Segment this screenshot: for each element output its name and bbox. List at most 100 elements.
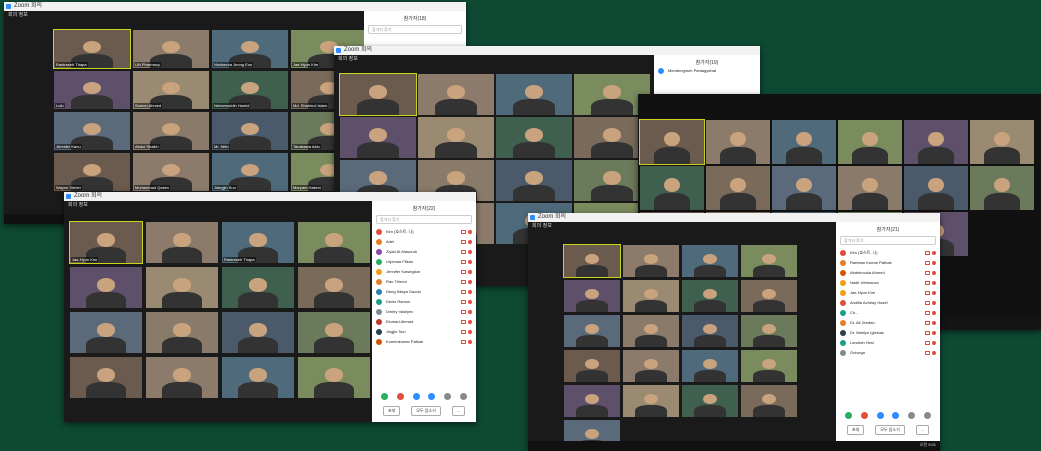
participant-row[interactable]: Kim (호스트, 나) xyxy=(372,227,476,237)
video-tile[interactable]: Jiangjin Sun xyxy=(212,153,288,191)
participant-row[interactable]: Gnivega xyxy=(836,348,940,358)
invite-button[interactable]: 초대 xyxy=(382,406,401,416)
participant-row[interactable]: Dr. Marilyn Iglesias xyxy=(836,328,940,338)
video-tile[interactable] xyxy=(838,166,902,210)
video-tile[interactable] xyxy=(340,117,416,158)
video-tile[interactable] xyxy=(298,357,370,398)
invite-button[interactable]: 초대 xyxy=(846,425,865,435)
video-tile[interactable]: Lolo xyxy=(54,71,130,109)
no-icon[interactable] xyxy=(860,412,868,419)
video-tile[interactable] xyxy=(146,312,218,353)
slower-icon[interactable] xyxy=(876,412,884,419)
video-tile[interactable] xyxy=(904,120,968,164)
faster-icon[interactable] xyxy=(892,412,900,419)
video-tile[interactable] xyxy=(70,312,142,353)
clear-icon[interactable] xyxy=(460,393,468,400)
video-tile[interactable] xyxy=(564,315,620,347)
video-tile[interactable] xyxy=(298,222,370,263)
participant-row[interactable]: Nadir Uthmanov xyxy=(836,278,940,288)
participant-search-input[interactable]: 참가자 찾기 xyxy=(376,215,472,224)
video-tile[interactable] xyxy=(639,119,705,165)
mute-all-button[interactable]: 모두 음소거 xyxy=(411,406,441,416)
video-tile[interactable] xyxy=(418,74,494,115)
participant-search-input[interactable]: 참가자 찾기 xyxy=(368,25,462,34)
video-tile[interactable]: Mr. Nitin xyxy=(212,112,288,150)
participant-row[interactable]: Mendengrium Pantagyahat xyxy=(654,66,760,76)
video-tile[interactable] xyxy=(222,357,294,398)
video-tile[interactable]: Rastraseh Thapa xyxy=(222,222,294,263)
more-button[interactable]: ... xyxy=(915,425,930,435)
video-tile[interactable] xyxy=(70,267,142,308)
video-tile[interactable] xyxy=(970,166,1034,210)
video-tile[interactable]: Nishimura Jeong Eun xyxy=(212,30,288,68)
video-tile[interactable] xyxy=(970,120,1034,164)
video-tile[interactable] xyxy=(682,280,738,312)
video-tile[interactable] xyxy=(146,222,218,263)
video-tile[interactable] xyxy=(682,350,738,382)
slower-icon[interactable] xyxy=(412,393,420,400)
video-tile[interactable] xyxy=(298,312,370,353)
taskbar-clock[interactable]: 오전 9:51 xyxy=(920,442,936,448)
participant-row[interactable]: Dr. Ali Jendan xyxy=(836,318,940,328)
participant-row[interactable]: Abdelmoula Ahmed xyxy=(836,268,940,278)
video-tile[interactable] xyxy=(838,120,902,164)
video-tile[interactable] xyxy=(222,312,294,353)
video-tile[interactable] xyxy=(564,385,620,417)
video-tile[interactable] xyxy=(70,357,142,398)
video-tile[interactable]: Jennifer Kanu xyxy=(54,112,130,150)
no-icon[interactable] xyxy=(396,393,404,400)
yes-icon[interactable] xyxy=(380,393,388,400)
participant-row[interactable]: Denis Ramos xyxy=(372,297,476,307)
video-tile[interactable] xyxy=(623,315,679,347)
video-tile[interactable] xyxy=(904,166,968,210)
video-tile[interactable] xyxy=(772,166,836,210)
video-tile[interactable] xyxy=(741,350,797,382)
video-tile[interactable] xyxy=(564,280,620,312)
participant-row[interactable]: Jae-Hyun Kim xyxy=(836,288,940,298)
video-tile[interactable] xyxy=(146,357,218,398)
video-tile[interactable] xyxy=(496,74,572,115)
video-tile[interactable] xyxy=(741,245,797,277)
video-tile[interactable] xyxy=(682,245,738,277)
participant-row[interactable]: Andilla Achiray Hazel xyxy=(836,298,940,308)
video-tile[interactable] xyxy=(623,350,679,382)
video-tile[interactable] xyxy=(682,385,738,417)
video-tile[interactable] xyxy=(741,280,797,312)
participant-row[interactable]: Ramban Kumar Pathak xyxy=(836,258,940,268)
participant-row[interactable]: Jennifer Kawingkar xyxy=(372,267,476,277)
participant-row[interactable]: Ziyad Al-Masoudi xyxy=(372,247,476,257)
clear-icon[interactable] xyxy=(924,412,932,419)
video-tile[interactable] xyxy=(772,120,836,164)
zoom-window-4[interactable]: Zoom 회의 회의 정보 Jae-Hyun Kim Rastraseh Thap… xyxy=(64,192,476,422)
video-tile[interactable] xyxy=(623,245,679,277)
video-tile[interactable]: UN Pharmacy xyxy=(133,30,209,68)
more-icon[interactable] xyxy=(908,412,916,419)
participant-row[interactable]: Adel xyxy=(372,237,476,247)
participant-row[interactable]: Elumad Ahmad xyxy=(372,317,476,327)
participant-row[interactable]: Dmitry Vasilyev xyxy=(372,307,476,317)
video-tile[interactable] xyxy=(222,267,294,308)
faster-icon[interactable] xyxy=(428,393,436,400)
video-tile[interactable]: Muhammad Qasim xyxy=(133,153,209,191)
video-tile[interactable] xyxy=(741,385,797,417)
participant-search-input[interactable]: 참가자 찾기 xyxy=(840,236,936,245)
video-tile[interactable]: Sumon Ahmed xyxy=(133,71,209,109)
video-tile[interactable] xyxy=(564,350,620,382)
more-icon[interactable] xyxy=(444,393,452,400)
video-tile[interactable] xyxy=(706,120,770,164)
zoom-window-5[interactable]: Zoom 회의 회의 정보 참가자(21) 참가자 찾기 Kim (호스트, 나… xyxy=(528,213,940,451)
participant-row[interactable]: Rao Thiruni xyxy=(372,277,476,287)
video-tile[interactable] xyxy=(496,117,572,158)
video-tile[interactable] xyxy=(339,73,417,116)
video-tile[interactable] xyxy=(682,315,738,347)
video-tile[interactable] xyxy=(706,166,770,210)
video-tile[interactable]: Abdul Shaikh xyxy=(133,112,209,150)
video-tile[interactable]: Jae-Hyun Kim xyxy=(69,221,143,264)
participant-row[interactable]: Kim (호스트, 나) xyxy=(836,248,940,258)
more-button[interactable]: ... xyxy=(451,406,466,416)
participant-row[interactable]: Komenkumar Pathak xyxy=(372,337,476,347)
video-tile[interactable]: Nehamuddin Hamid xyxy=(212,71,288,109)
video-tile[interactable] xyxy=(623,385,679,417)
video-tile[interactable] xyxy=(298,267,370,308)
video-tile[interactable]: Rastraseh Thapa xyxy=(53,29,131,69)
